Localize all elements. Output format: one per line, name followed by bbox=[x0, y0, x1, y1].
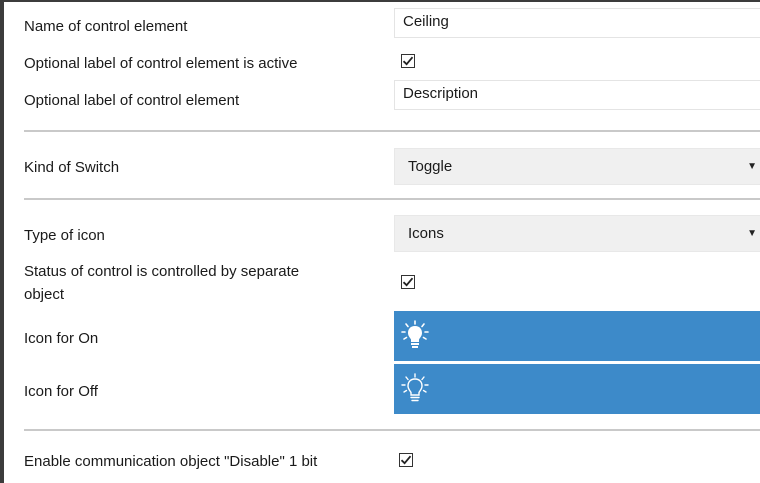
optional-label-active-label: Optional label of control element is act… bbox=[24, 55, 298, 72]
type-of-icon-label: Type of icon bbox=[24, 227, 105, 244]
window-border-left bbox=[0, 0, 4, 483]
optional-label-label: Optional label of control element bbox=[24, 92, 240, 109]
icon-off-picker[interactable] bbox=[394, 364, 760, 414]
type-of-icon-select[interactable]: Icons ▼ bbox=[394, 215, 760, 252]
status-separate-label-line2: object bbox=[24, 286, 65, 303]
icon-on-picker[interactable] bbox=[394, 311, 760, 361]
control-name-input[interactable]: Ceiling bbox=[394, 8, 760, 38]
icon-on-label: Icon for On bbox=[24, 330, 99, 347]
section-divider bbox=[24, 198, 760, 200]
optional-label-value: Description bbox=[403, 85, 479, 102]
section-divider bbox=[24, 429, 760, 431]
status-separate-label-line1: Status of control is controlled by separ… bbox=[24, 263, 300, 280]
icon-off-label: Icon for Off bbox=[24, 383, 98, 400]
type-of-icon-value: Icons bbox=[408, 225, 444, 242]
disable-object-checkbox[interactable] bbox=[399, 453, 413, 467]
kind-of-switch-label: Kind of Switch bbox=[24, 159, 120, 176]
window-border-top bbox=[0, 0, 760, 2]
control-name-value: Ceiling bbox=[403, 13, 449, 30]
control-name-label: Name of control element bbox=[24, 18, 188, 35]
section-divider bbox=[24, 130, 760, 132]
lightbulb-off-icon bbox=[401, 373, 429, 402]
dropdown-arrow-icon: ▼ bbox=[747, 161, 757, 172]
kind-of-switch-value: Toggle bbox=[408, 158, 453, 175]
optional-label-active-checkbox[interactable] bbox=[401, 54, 415, 68]
kind-of-switch-select[interactable]: Toggle ▼ bbox=[394, 148, 760, 185]
status-separate-checkbox[interactable] bbox=[401, 275, 415, 289]
dropdown-arrow-icon: ▼ bbox=[747, 228, 757, 239]
checkmark-icon bbox=[402, 56, 414, 66]
disable-object-label: Enable communication object "Disable" 1 … bbox=[24, 453, 318, 470]
checkmark-icon bbox=[400, 455, 412, 465]
lightbulb-on-icon bbox=[401, 320, 429, 348]
optional-label-input[interactable]: Description bbox=[394, 80, 760, 110]
checkmark-icon bbox=[402, 277, 414, 287]
status-separate-label: Status of control is controlled by separ… bbox=[24, 262, 299, 304]
